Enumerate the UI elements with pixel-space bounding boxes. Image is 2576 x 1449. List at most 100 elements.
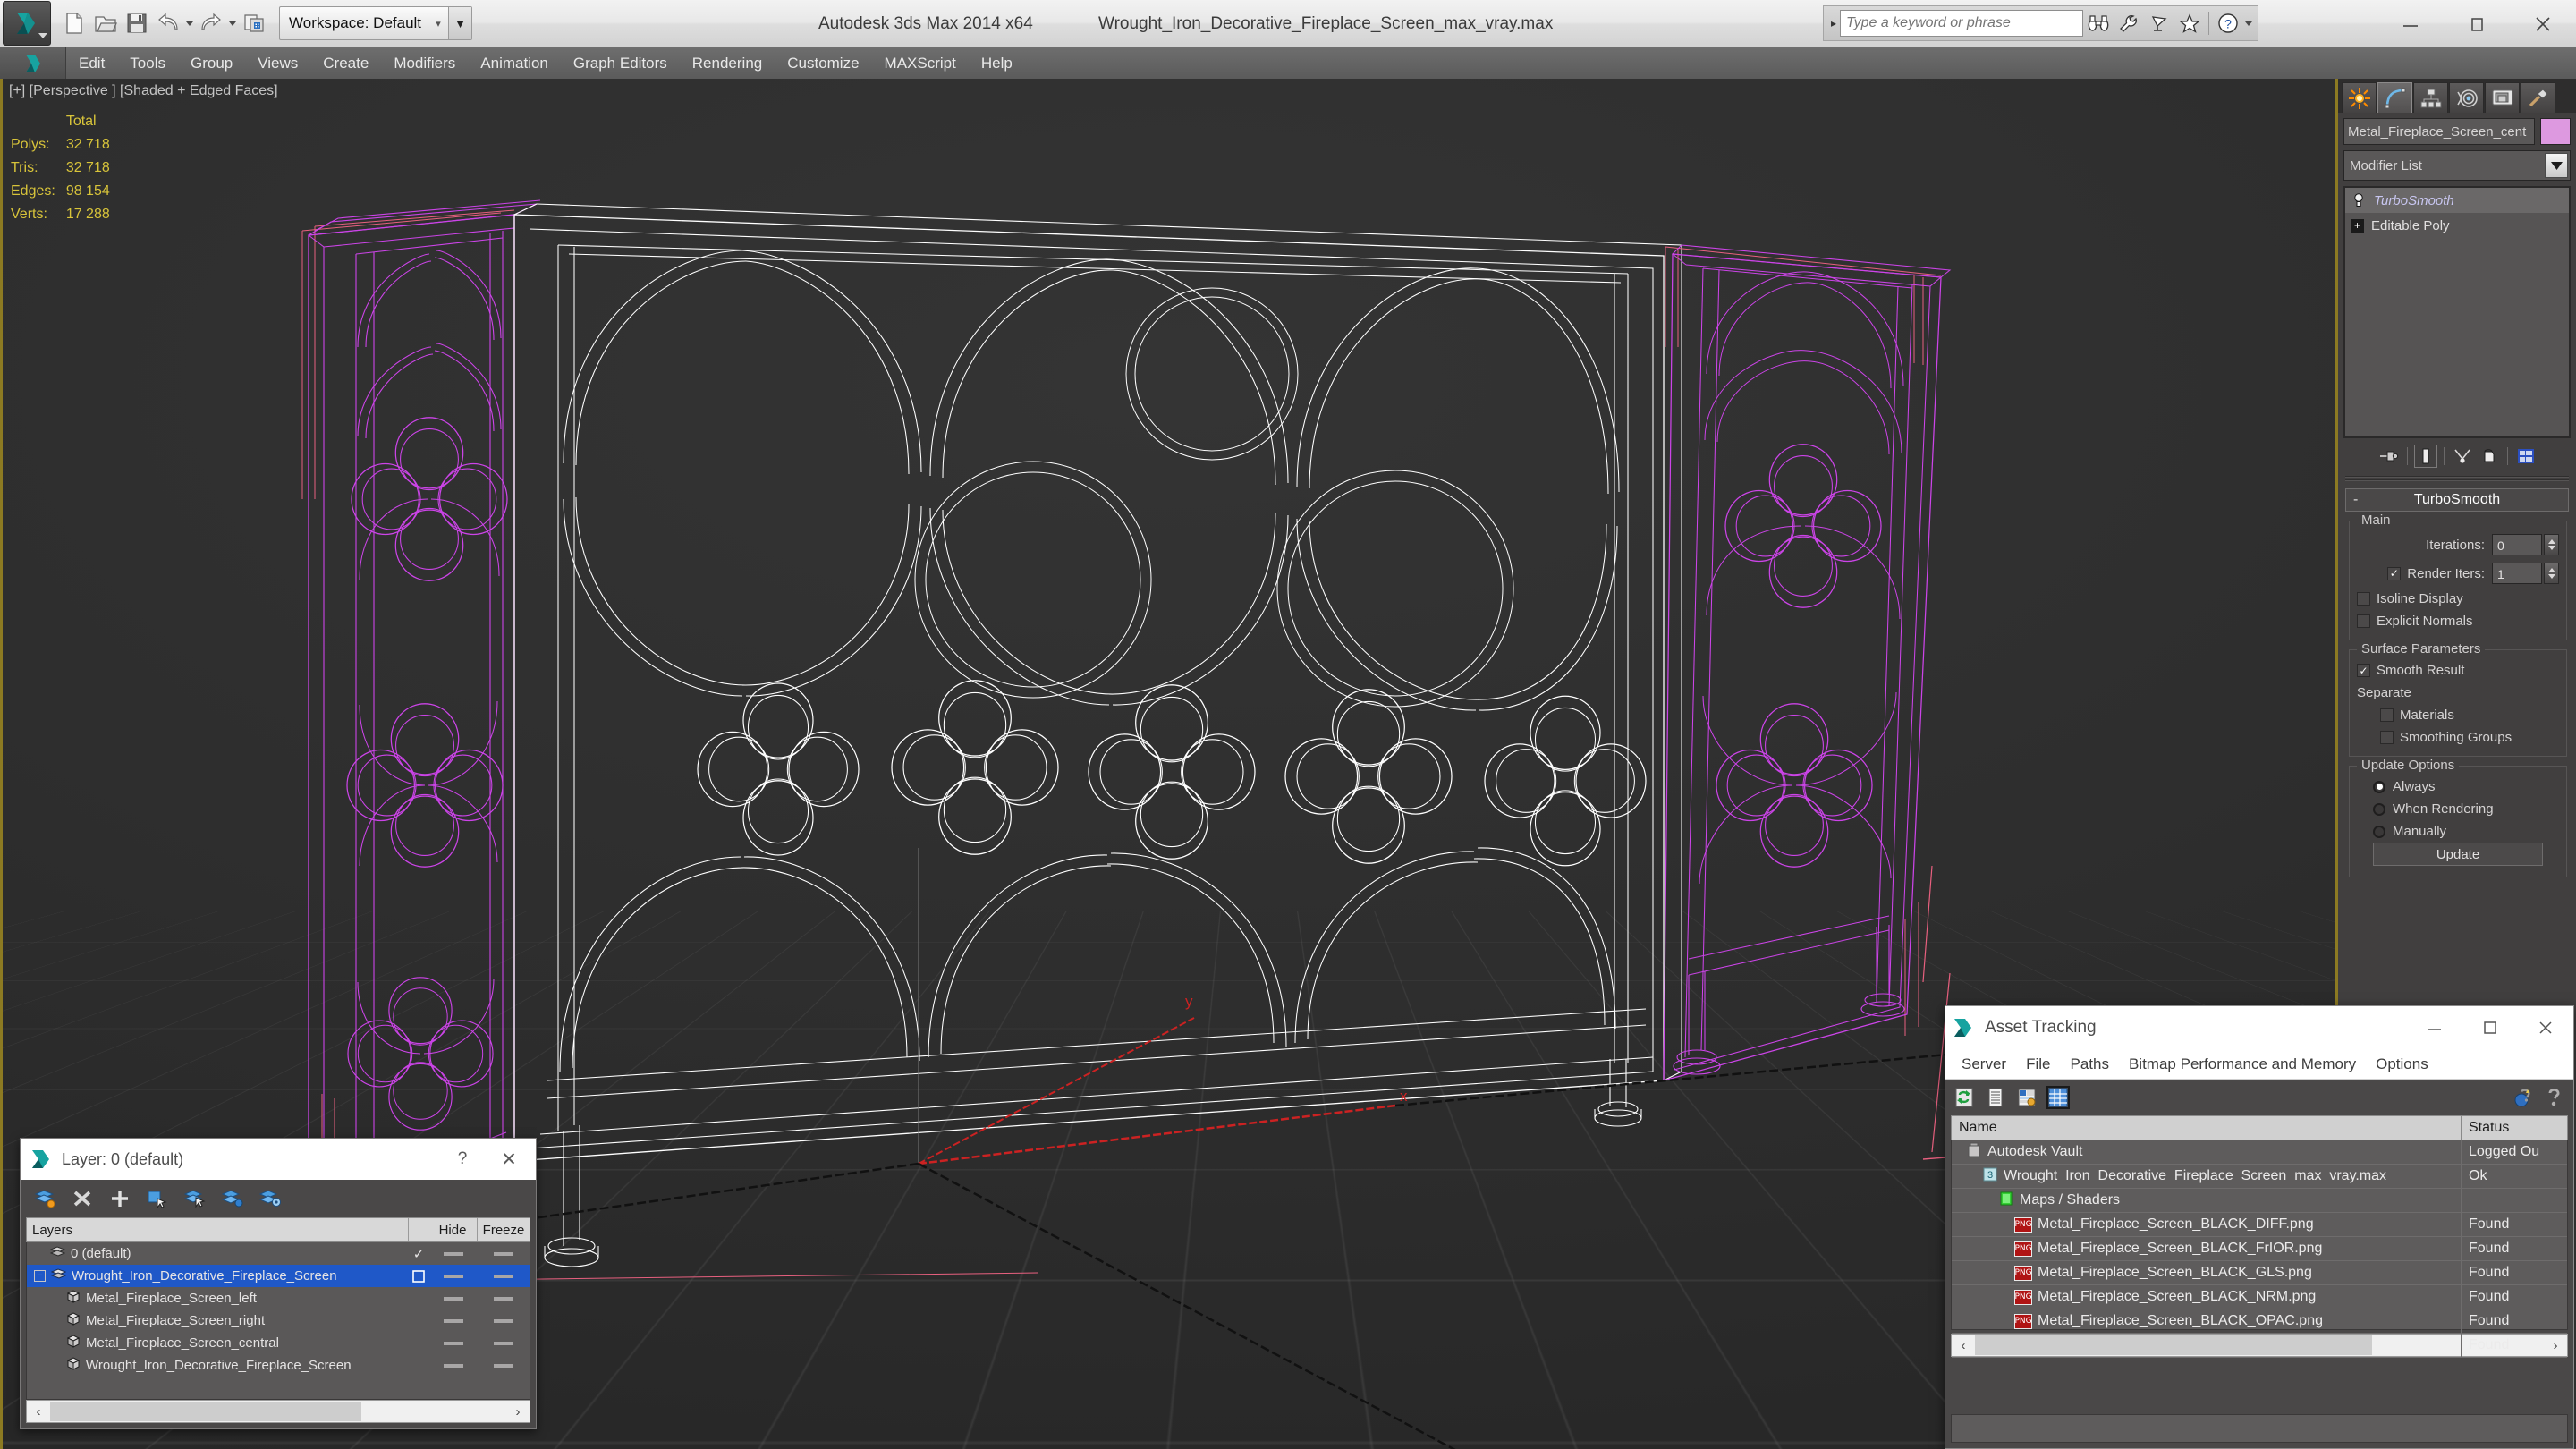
menu-item-group[interactable]: Group [178, 47, 245, 79]
layer-dialog[interactable]: Layer: 0 (default) ? ✕ Layers Hide Freez… [20, 1138, 537, 1429]
satellite-dish-icon[interactable] [2144, 9, 2174, 38]
layer-horizontal-scrollbar[interactable]: ‹ › [26, 1400, 530, 1423]
close-button[interactable] [2518, 1006, 2573, 1049]
wrench-icon[interactable] [2114, 9, 2144, 38]
remove-modifier-icon[interactable] [2478, 445, 2501, 468]
layer-hide-cell[interactable] [428, 1296, 478, 1301]
asset-menu-paths[interactable]: Paths [2061, 1055, 2117, 1073]
star-icon[interactable] [2174, 9, 2205, 38]
delete-layer-icon[interactable] [71, 1187, 94, 1210]
chevron-down-icon[interactable] [2545, 153, 2568, 178]
collapse-icon[interactable]: - [2353, 492, 2358, 508]
asset-row[interactable]: PNG Metal_Fireplace_Screen_BLACK_OPAC.pn… [1952, 1309, 2567, 1334]
layer-current-tick[interactable]: ✓ [409, 1246, 428, 1262]
menu-item-edit[interactable]: Edit [66, 47, 117, 79]
create-tab[interactable] [2342, 82, 2377, 113]
grid-view-icon[interactable] [2046, 1086, 2070, 1109]
iterations-spinner[interactable] [2544, 534, 2559, 555]
smoothing-groups-checkbox[interactable] [2380, 731, 2394, 744]
menu-item-help[interactable]: Help [969, 47, 1025, 79]
object-color-swatch[interactable] [2540, 118, 2571, 145]
menu-item-animation[interactable]: Animation [468, 47, 561, 79]
scroll-right-icon[interactable]: › [506, 1404, 530, 1419]
layer-row[interactable]: 0 (default) ✓ [27, 1242, 530, 1265]
help-button[interactable]: ? [439, 1149, 486, 1169]
project-folder-icon[interactable] [239, 8, 269, 38]
modifier-list-dropdown[interactable]: Modifier List [2343, 150, 2571, 181]
menu-item-rendering[interactable]: Rendering [680, 47, 775, 79]
minimize-button[interactable] [2407, 1006, 2462, 1049]
asset-tracking-dialog[interactable]: Asset Tracking Server File Paths Bitmap … [1945, 1005, 2574, 1449]
maximize-button[interactable] [2462, 1006, 2518, 1049]
undo-icon[interactable] [153, 8, 183, 38]
layer-freeze-cell[interactable] [478, 1341, 530, 1345]
help-icon[interactable] [2543, 1086, 2566, 1109]
asset-menu-options[interactable]: Options [2367, 1055, 2437, 1073]
minimize-button[interactable] [2377, 0, 2444, 47]
configure-modifier-sets-icon[interactable] [2514, 445, 2538, 468]
render-iters-checkbox[interactable]: ✓ [2387, 566, 2402, 580]
layer-row[interactable]: Metal_Fireplace_Screen_left [27, 1287, 530, 1309]
asset-row[interactable]: 3 Wrought_Iron_Decorative_Fireplace_Scre… [1952, 1165, 2567, 1189]
layer-row[interactable]: Metal_Fireplace_Screen_right [27, 1309, 530, 1332]
highlight-selected-objects-icon[interactable] [183, 1187, 207, 1210]
refresh-icon[interactable] [1953, 1086, 1976, 1109]
select-objects-in-layer-icon[interactable] [146, 1187, 169, 1210]
detail-view-icon[interactable] [2015, 1086, 2038, 1109]
smooth-result-checkbox[interactable]: ✓ [2357, 664, 2370, 677]
asset-menu-bitmap-performance[interactable]: Bitmap Performance and Memory [2120, 1055, 2365, 1073]
display-tab[interactable] [2485, 82, 2520, 113]
viewport-label[interactable]: [+] [Perspective ] [Shaded + Edged Faces… [9, 83, 278, 99]
add-layer-icon[interactable] [108, 1187, 131, 1210]
layer-row[interactable]: Wrought_Iron_Decorative_Fireplace_Screen [27, 1354, 530, 1377]
asset-row[interactable]: Maps / Shaders [1952, 1189, 2567, 1213]
materials-checkbox[interactable] [2380, 708, 2394, 722]
asset-list[interactable]: Autodesk Vault Logged Ou 3 Wrought_Iron_… [1951, 1140, 2568, 1358]
menu-item-tools[interactable]: Tools [117, 47, 178, 79]
save-file-icon[interactable] [122, 8, 152, 38]
update-option-when-rendering[interactable]: When Rendering [2357, 801, 2559, 817]
layer-freeze-cell[interactable] [478, 1296, 530, 1301]
layer-freeze-cell[interactable] [478, 1251, 530, 1256]
turbosmooth-rollout-header[interactable]: - TurboSmooth [2345, 488, 2569, 512]
menu-item-customize[interactable]: Customize [775, 47, 871, 79]
explicit-normals-checkbox[interactable] [2357, 614, 2370, 628]
layer-hide-cell[interactable] [428, 1251, 478, 1256]
scroll-right-icon[interactable]: › [2544, 1338, 2567, 1353]
modify-tab[interactable] [2377, 82, 2412, 113]
new-file-icon[interactable] [59, 8, 89, 38]
iterations-field[interactable]: 0 [2492, 534, 2542, 555]
infocenter-arrow-icon[interactable]: ▸ [1827, 17, 1840, 30]
asset-menu-server[interactable]: Server [1953, 1055, 2015, 1073]
update-option-always[interactable]: Always [2357, 779, 2559, 794]
asset-row[interactable]: PNG Metal_Fireplace_Screen_BLACK_DIFF.pn… [1952, 1213, 2567, 1237]
help-icon[interactable]: ? [2213, 9, 2243, 38]
close-button[interactable]: ✕ [486, 1148, 532, 1171]
asset-row[interactable]: Autodesk Vault Logged Ou [1952, 1140, 2567, 1165]
menu-item-maxscript[interactable]: MAXScript [872, 47, 969, 79]
layer-hide-cell[interactable] [428, 1318, 478, 1323]
render-iters-field[interactable]: 1 [2492, 563, 2542, 584]
isoline-display-checkbox[interactable] [2357, 592, 2370, 606]
radio-manually[interactable] [2373, 825, 2385, 838]
layer-current-tick[interactable] [409, 1269, 428, 1283]
object-name-field[interactable]: Metal_Fireplace_Screen_cent [2343, 118, 2535, 145]
menu-item-graph-editors[interactable]: Graph Editors [561, 47, 680, 79]
radio-always[interactable] [2373, 780, 2385, 793]
menu-logo-tab[interactable] [0, 47, 66, 79]
scroll-left-icon[interactable]: ‹ [27, 1404, 50, 1419]
expand-icon[interactable]: + [2351, 218, 2364, 233]
asset-row[interactable]: PNG Metal_Fireplace_Screen_BLACK_GLS.png… [1952, 1261, 2567, 1285]
layer-hide-cell[interactable] [428, 1341, 478, 1345]
scrollbar-thumb[interactable] [1975, 1335, 2372, 1355]
layer-list[interactable]: 0 (default) ✓ − Wrought_Iron_Decorative_… [26, 1242, 530, 1400]
radio-when-rendering[interactable] [2373, 802, 2385, 816]
modifier-stack-list[interactable]: TurboSmooth + Editable Poly [2343, 186, 2571, 438]
redo-dropdown-icon[interactable] [227, 8, 238, 38]
lightbulb-icon[interactable] [2351, 192, 2367, 208]
binoculars-icon[interactable] [2083, 9, 2114, 38]
menu-item-views[interactable]: Views [245, 47, 310, 79]
help-new-icon[interactable] [2512, 1086, 2535, 1109]
update-button[interactable]: Update [2373, 843, 2543, 866]
workspace-dropdown-icon[interactable]: ▼ [448, 7, 472, 39]
